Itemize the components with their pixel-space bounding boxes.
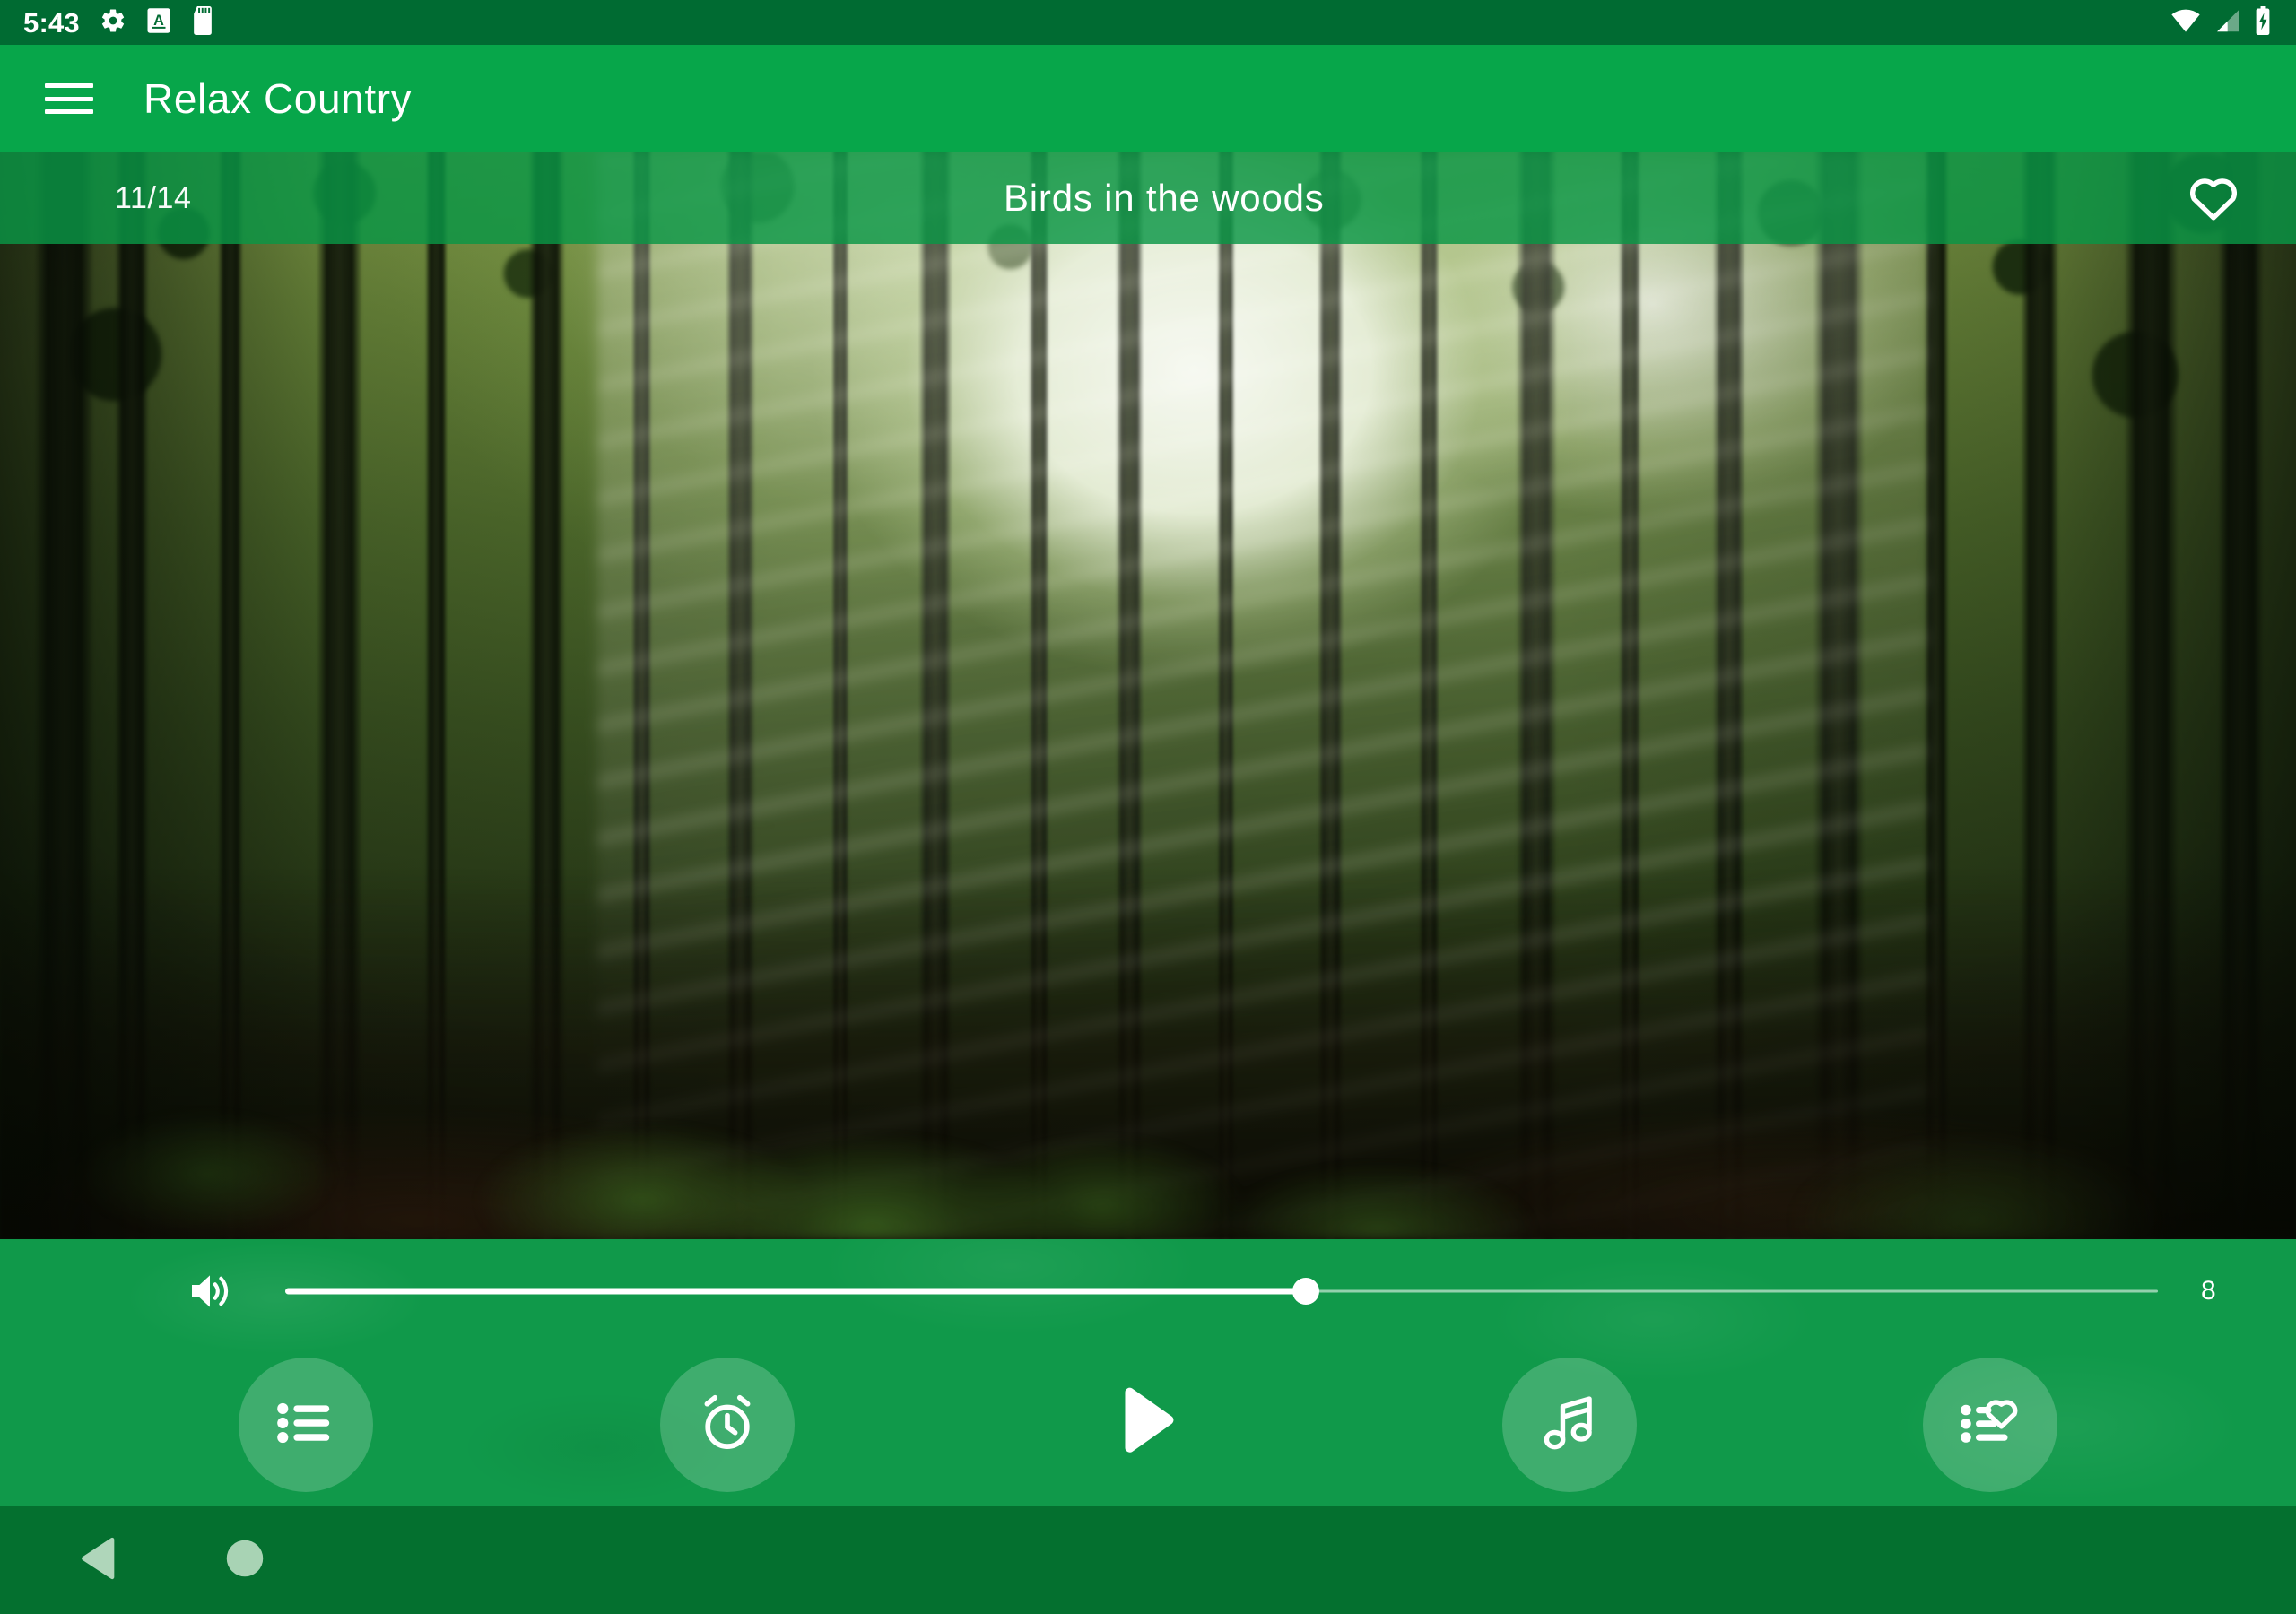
forest-photo — [0, 152, 2296, 1239]
playlist-button[interactable] — [239, 1358, 373, 1492]
app-screen: 5:43 A Relax Country 11/14 Birds in the … — [0, 0, 2296, 1614]
alarm-clock-icon — [696, 1392, 759, 1459]
list-icon — [275, 1395, 336, 1455]
music-note-icon — [1540, 1392, 1599, 1459]
volume-up-icon[interactable] — [188, 1270, 235, 1313]
volume-slider[interactable] — [285, 1264, 2158, 1318]
favorite-button[interactable] — [2172, 157, 2255, 239]
track-index: 11/14 — [115, 180, 192, 215]
cellular-signal-icon — [2213, 8, 2240, 38]
nav-home-button[interactable] — [196, 1511, 294, 1610]
track-info-bar: 11/14 Birds in the woods — [0, 152, 2296, 244]
app-bar: Relax Country — [0, 45, 2296, 152]
volume-value: 8 — [2201, 1276, 2216, 1306]
gear-icon — [100, 7, 126, 39]
favorites-button[interactable] — [1923, 1358, 2057, 1492]
status-bar-right — [2170, 5, 2273, 39]
svg-text:A: A — [153, 13, 164, 29]
track-title: Birds in the woods — [1003, 177, 1325, 219]
image-vignette — [0, 152, 2296, 1239]
list-heart-icon — [1959, 1395, 2022, 1455]
sd-card-icon — [191, 5, 214, 39]
nav-back-button[interactable] — [48, 1511, 147, 1610]
play-icon — [1116, 1387, 1180, 1463]
status-bar-left: 5:43 A — [23, 5, 214, 39]
volume-row: 8 — [0, 1239, 2296, 1343]
page-title: Relax Country — [144, 75, 413, 122]
battery-charging-icon — [2253, 5, 2273, 39]
volume-slider-thumb[interactable] — [1292, 1278, 1319, 1305]
player-controls-panel: 8 — [0, 1239, 2296, 1506]
player-buttons-row — [0, 1343, 2296, 1506]
back-triangle-icon — [78, 1537, 117, 1584]
hamburger-line — [45, 109, 93, 114]
a-badge-icon: A — [146, 7, 171, 39]
play-button[interactable] — [1081, 1358, 1215, 1492]
sounds-button[interactable] — [1501, 1358, 1637, 1492]
status-clock: 5:43 — [23, 6, 80, 39]
timer-button[interactable] — [659, 1358, 795, 1492]
artwork-image[interactable] — [0, 152, 2296, 1239]
hamburger-line — [45, 96, 93, 101]
heart-outline-icon — [2186, 170, 2241, 227]
hamburger-menu-icon[interactable] — [43, 78, 95, 119]
home-circle-icon — [225, 1539, 265, 1583]
volume-slider-fill — [285, 1288, 1306, 1295]
status-bar: 5:43 A — [0, 0, 2296, 45]
system-nav-bar — [0, 1506, 2296, 1614]
wifi-icon — [2170, 8, 2201, 38]
hamburger-line — [45, 83, 93, 88]
